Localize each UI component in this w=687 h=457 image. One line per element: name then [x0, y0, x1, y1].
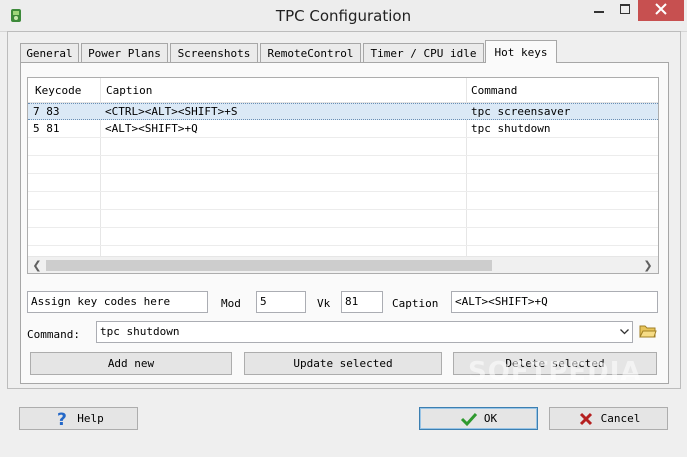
vk-label: Vk: [317, 297, 331, 310]
update-selected-button[interactable]: Update selected: [244, 352, 442, 375]
vk-field[interactable]: 81: [341, 291, 383, 313]
close-button[interactable]: [638, 0, 684, 21]
mod-label: Mod: [221, 297, 241, 310]
cancel-x-icon: [577, 410, 595, 428]
command-label: Command:: [27, 328, 80, 341]
scroll-left-icon[interactable]: ❮: [30, 259, 44, 272]
command-combobox[interactable]: tpc shutdown: [96, 321, 633, 343]
checkmark-icon: [460, 410, 478, 428]
header-caption[interactable]: Caption: [106, 84, 152, 97]
browse-folder-button[interactable]: [638, 322, 658, 342]
header-keycode[interactable]: Keycode: [35, 84, 81, 97]
chevron-down-icon[interactable]: [616, 322, 632, 342]
title-bar: TPC Configuration: [0, 0, 687, 32]
help-icon: ?: [53, 410, 71, 428]
cell-caption: <CTRL><ALT><SHIFT>+S: [105, 105, 238, 118]
cell-keycode: 5 81: [33, 122, 60, 135]
add-new-button[interactable]: Add new: [30, 352, 232, 375]
table-row[interactable]: 5 81 <ALT><SHIFT>+Q tpc shutdown: [28, 120, 658, 138]
tab-screenshots[interactable]: Screenshots: [170, 43, 258, 62]
caption-field[interactable]: <ALT><SHIFT>+Q: [451, 291, 658, 313]
empty-row: [28, 210, 658, 228]
ok-label: OK: [483, 412, 498, 425]
caption-label: Caption: [392, 297, 439, 310]
empty-row: [28, 174, 658, 192]
cell-keycode: 7 83: [33, 105, 60, 118]
window-title: TPC Configuration: [275, 7, 412, 25]
svg-text:?: ?: [57, 410, 67, 428]
close-icon: [655, 3, 667, 18]
help-button[interactable]: ? Help: [19, 407, 138, 430]
tab-power-plans[interactable]: Power Plans: [81, 43, 168, 62]
ok-button[interactable]: OK: [419, 407, 538, 430]
softpedia-watermark: SOFTPEDIA: [468, 357, 642, 387]
empty-row: [28, 156, 658, 174]
minimize-button[interactable]: [586, 0, 612, 21]
hotkeys-grid[interactable]: Keycode Caption Command 7 83 <CTRL><ALT>…: [27, 77, 659, 274]
tab-remote-control[interactable]: RemoteControl: [260, 43, 361, 62]
assign-key-codes-field[interactable]: Assign key codes here: [27, 291, 208, 313]
cell-caption: <ALT><SHIFT>+Q: [105, 122, 198, 135]
cancel-button[interactable]: Cancel: [549, 407, 668, 430]
tab-hot-keys[interactable]: Hot keys: [485, 40, 557, 63]
grid-header: Keycode Caption Command: [28, 78, 658, 103]
cell-command: tpc shutdown: [471, 122, 551, 135]
cancel-label: Cancel: [600, 412, 641, 425]
command-value: tpc shutdown: [100, 325, 180, 338]
horizontal-scrollbar[interactable]: ❮ ❯: [28, 256, 658, 273]
minimize-icon: [594, 4, 604, 17]
folder-icon: [639, 323, 657, 342]
cell-command: tpc screensaver: [471, 105, 571, 118]
empty-row: [28, 192, 658, 210]
maximize-button[interactable]: [612, 0, 638, 21]
help-label: Help: [77, 412, 104, 425]
maximize-icon: [620, 4, 630, 17]
tab-timer-cpu-idle[interactable]: Timer / CPU idle: [363, 43, 484, 62]
tab-general[interactable]: General: [20, 43, 79, 62]
empty-row: [28, 138, 658, 156]
scroll-right-icon[interactable]: ❯: [641, 259, 655, 272]
table-row[interactable]: 7 83 <CTRL><ALT><SHIFT>+S tpc screensave…: [28, 103, 658, 120]
empty-row: [28, 228, 658, 246]
mod-field[interactable]: 5: [256, 291, 306, 313]
header-command[interactable]: Command: [471, 84, 517, 97]
scrollbar-thumb[interactable]: [46, 260, 492, 271]
